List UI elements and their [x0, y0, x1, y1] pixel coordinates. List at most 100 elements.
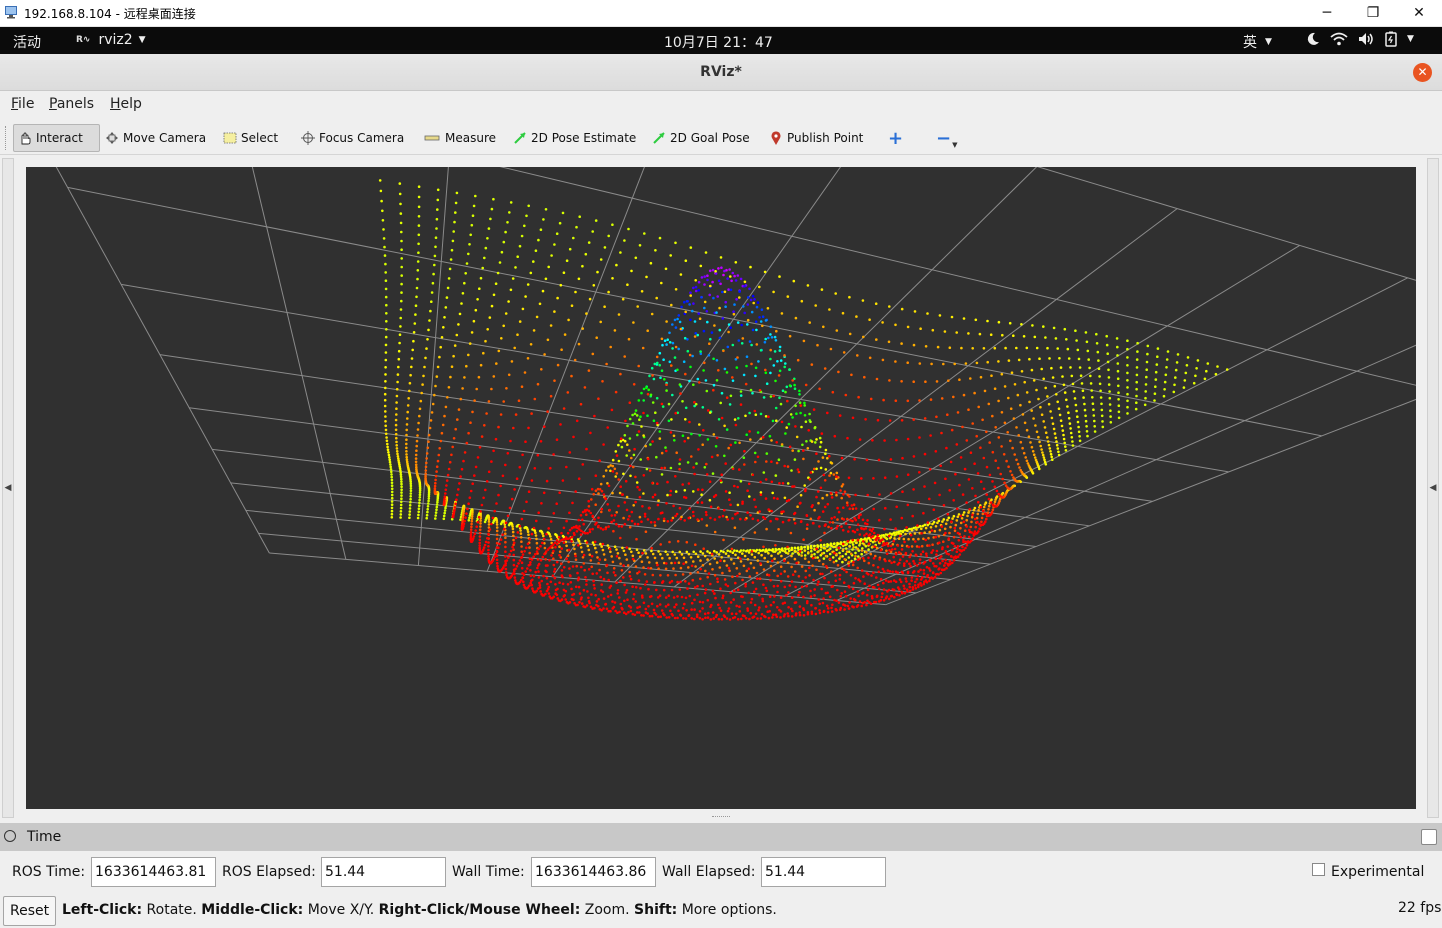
input-method-menu[interactable]: 英 ▼ [1243, 32, 1272, 52]
activities-button[interactable]: 活动 [13, 32, 41, 52]
cloud-point [615, 548, 618, 551]
experimental-checkbox[interactable] [1312, 863, 1325, 876]
time-panel-float-button[interactable] [1421, 829, 1437, 845]
app-menu[interactable]: R∿ rviz2 ▼ [76, 32, 146, 48]
cloud-point [1069, 431, 1073, 435]
ros-elapsed-field[interactable] [321, 857, 446, 887]
cloud-point [400, 480, 403, 483]
cloud-point [664, 567, 668, 571]
cloud-point [904, 551, 908, 555]
cloud-point [578, 601, 581, 604]
cloud-point [688, 353, 692, 357]
wall-time-field[interactable] [531, 857, 656, 887]
focus-camera-tool[interactable]: Focus Camera [297, 124, 408, 152]
cloud-point [523, 371, 527, 374]
cloud-point [909, 589, 912, 593]
publish-point-tool[interactable]: Publish Point [765, 124, 867, 152]
cloud-point [763, 614, 766, 618]
cloud-point [448, 460, 452, 464]
cloud-point [981, 509, 985, 513]
cloud-point [651, 481, 654, 485]
menu-file[interactable]: File [11, 96, 34, 112]
cloud-point [691, 578, 695, 582]
cloud-point [625, 508, 629, 512]
cloud-point [1010, 371, 1014, 374]
cloud-point [606, 571, 609, 575]
cloud-point [913, 584, 917, 587]
gnome-top-bar: 活动 R∿ rviz2 ▼ 10月7日 21：47 英 ▼ ▼ [0, 27, 1442, 54]
cloud-point [390, 478, 394, 482]
left-dock-handle[interactable]: ◀ [2, 158, 14, 818]
cloud-point [901, 456, 904, 460]
cloud-point [665, 320, 668, 323]
toolbar-grip[interactable] [5, 126, 9, 150]
cloud-point [529, 561, 532, 564]
cloud-point [744, 518, 747, 521]
cloud-point [499, 413, 503, 416]
cloud-point [383, 404, 387, 408]
cloud-point [738, 290, 741, 293]
cloud-point [872, 477, 875, 480]
cloud-point [1084, 419, 1088, 423]
cloud-point [1084, 414, 1087, 418]
cloud-point [732, 598, 735, 601]
right-dock-handle[interactable]: ◀ [1427, 158, 1439, 818]
system-status-menu[interactable]: ▼ [1305, 31, 1414, 47]
remove-tool-button[interactable]: − ▼ [932, 124, 961, 152]
wall-elapsed-field[interactable] [761, 857, 886, 887]
cloud-point [607, 578, 610, 582]
cloud-point [724, 583, 728, 586]
ros-time-field[interactable] [91, 857, 216, 887]
add-tool-button[interactable]: + [884, 124, 907, 152]
cloud-point [1091, 396, 1094, 399]
menu-panels[interactable]: Panels [49, 96, 94, 112]
cloud-point [890, 548, 894, 551]
cloud-point [382, 228, 385, 231]
cloud-point [837, 370, 840, 374]
measure-tool[interactable]: Measure [419, 124, 500, 152]
cloud-point [408, 504, 412, 507]
cloud-point [874, 302, 878, 305]
cloud-point [418, 407, 422, 411]
minimize-button[interactable]: ─ [1304, 0, 1350, 26]
cloud-point [640, 290, 644, 293]
cloud-point [804, 576, 807, 579]
cloud-point [693, 608, 696, 611]
reset-button[interactable]: Reset [3, 896, 56, 926]
2d-pose-estimate-tool[interactable]: 2D Pose Estimate [509, 124, 640, 152]
3d-render-viewport[interactable] [26, 167, 1416, 809]
cloud-point [725, 515, 728, 519]
2d-goal-pose-tool[interactable]: 2D Goal Pose [648, 124, 754, 152]
cloud-point [1098, 382, 1102, 386]
menu-help[interactable]: Help [110, 96, 142, 112]
cloud-point [594, 503, 597, 507]
panel-splitter[interactable] [0, 812, 1442, 822]
cloud-point [591, 514, 594, 518]
cloud-point [434, 245, 437, 249]
cloud-point [384, 279, 388, 282]
cloud-point [423, 365, 426, 369]
cloud-point [767, 548, 771, 551]
clock[interactable]: 10月7日 21：47 [664, 32, 773, 52]
cloud-point [805, 601, 809, 605]
cloud-point [611, 470, 615, 473]
cloud-point [708, 551, 712, 555]
select-tool[interactable]: Select [219, 124, 282, 152]
cloud-point [860, 549, 864, 552]
cloud-point [395, 440, 398, 444]
rviz-close-button[interactable]: ✕ [1413, 63, 1432, 82]
cloud-point [425, 452, 429, 455]
interact-tool[interactable]: Interact [13, 124, 100, 152]
move-camera-tool[interactable]: Move Camera [101, 124, 210, 152]
cloud-point [581, 510, 585, 514]
cloud-point [669, 466, 673, 470]
cloud-point [793, 387, 797, 390]
cloud-point [685, 609, 688, 612]
cloud-point [553, 541, 557, 545]
cloud-point [562, 566, 566, 569]
close-button[interactable]: ✕ [1396, 0, 1442, 26]
cloud-point [445, 296, 449, 299]
cloud-point [458, 312, 462, 316]
restore-button[interactable]: ❐ [1350, 0, 1396, 26]
cloud-point [577, 518, 580, 522]
